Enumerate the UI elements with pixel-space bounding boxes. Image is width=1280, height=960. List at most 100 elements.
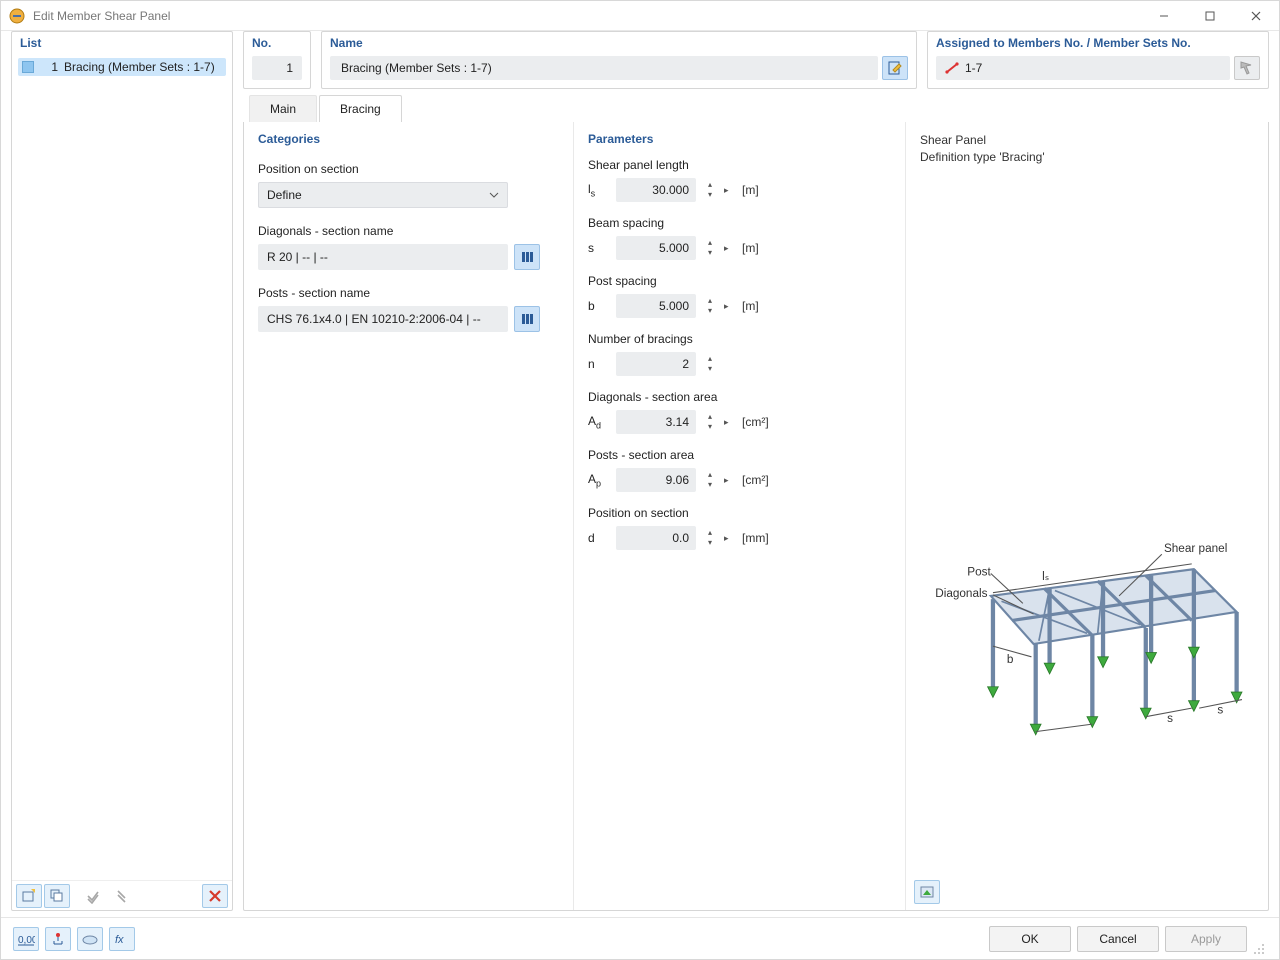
- diagonals-section-input[interactable]: R 20 | -- | --: [258, 244, 508, 270]
- list-item-icon: [22, 61, 34, 73]
- pick-members-button[interactable]: [1234, 56, 1260, 80]
- param-ls-flyout[interactable]: ▸: [724, 185, 734, 196]
- resize-grip-icon[interactable]: [1253, 943, 1267, 957]
- delete-item-button[interactable]: [202, 884, 228, 908]
- list-body: 1 Bracing (Member Sets : 1-7): [12, 56, 232, 880]
- no-input[interactable]: 1: [252, 56, 302, 80]
- list-item[interactable]: 1 Bracing (Member Sets : 1-7): [18, 58, 226, 76]
- param-s-symbol: s: [588, 241, 608, 255]
- copy-item-button[interactable]: [44, 884, 70, 908]
- minimize-button[interactable]: [1141, 1, 1187, 31]
- parameters-column: Parameters Shear panel length ls 30.000 …: [574, 122, 906, 910]
- apply-button[interactable]: Apply: [1165, 926, 1247, 952]
- param-ls-symbol: ls: [588, 182, 608, 198]
- illus-ls-label: lₛ: [1042, 570, 1049, 583]
- param-ls-spinner[interactable]: ▴▾: [704, 178, 716, 202]
- name-panel: Name Bracing (Member Sets : 1-7): [321, 31, 917, 89]
- footer-fx-button[interactable]: fx: [109, 927, 135, 951]
- illus-diagonals-label: Diagonals: [935, 587, 987, 600]
- param-d-spinner[interactable]: ▴▾: [704, 526, 716, 550]
- param-d-input[interactable]: 0.0: [616, 526, 696, 550]
- diagonals-section-value: R 20 | -- | --: [267, 250, 328, 264]
- param-ap-unit: [cm²]: [742, 473, 769, 487]
- check-all-button[interactable]: [80, 884, 106, 908]
- member-icon: [945, 62, 959, 74]
- list-item-index: 1: [40, 60, 58, 74]
- parameters-title: Parameters: [588, 132, 891, 146]
- param-ad-unit: [cm²]: [742, 415, 769, 429]
- svg-text:0,00: 0,00: [18, 935, 35, 946]
- param-s-flyout[interactable]: ▸: [724, 243, 734, 254]
- footer: 0,00 fx OK Cancel Apply: [1, 917, 1279, 959]
- param-n-spinner[interactable]: ▴▾: [704, 352, 716, 376]
- maximize-button[interactable]: [1187, 1, 1233, 31]
- param-ad-spinner[interactable]: ▴▾: [704, 410, 716, 434]
- param-ap-input[interactable]: 9.06: [616, 468, 696, 492]
- name-input[interactable]: Bracing (Member Sets : 1-7): [330, 56, 878, 80]
- illus-s-label-1: s: [1217, 703, 1223, 716]
- param-n-input[interactable]: 2: [616, 352, 696, 376]
- assigned-header: Assigned to Members No. / Member Sets No…: [928, 32, 1268, 56]
- info-line1: Shear Panel: [920, 132, 1254, 149]
- param-s-label: Beam spacing: [588, 216, 891, 230]
- position-value: Define: [267, 188, 302, 202]
- param-b-unit: [m]: [742, 299, 759, 313]
- param-ad-symbol: Ad: [588, 414, 608, 430]
- param-ap-label: Posts - section area: [588, 448, 891, 462]
- param-ap-spinner[interactable]: ▴▾: [704, 468, 716, 492]
- app-icon: [9, 8, 25, 24]
- posts-section-input[interactable]: CHS 76.1x4.0 | EN 10210-2:2006-04 | --: [258, 306, 508, 332]
- list-panel: List 1 Bracing (Member Sets : 1-7): [11, 31, 233, 911]
- param-ad-flyout[interactable]: ▸: [724, 417, 734, 428]
- param-b-flyout[interactable]: ▸: [724, 301, 734, 312]
- info-image-button[interactable]: [914, 880, 940, 904]
- param-b-input[interactable]: 5.000: [616, 294, 696, 318]
- tab-main[interactable]: Main: [249, 95, 317, 122]
- illus-post-label: Post: [967, 566, 991, 579]
- new-item-button[interactable]: [16, 884, 42, 908]
- param-d-flyout[interactable]: ▸: [724, 533, 734, 544]
- footer-units-button[interactable]: 0,00: [13, 927, 39, 951]
- uncheck-all-button[interactable]: [108, 884, 134, 908]
- posts-library-button[interactable]: [514, 306, 540, 332]
- window-title: Edit Member Shear Panel: [33, 9, 170, 23]
- info-column: Shear Panel Definition type 'Bracing': [906, 122, 1268, 910]
- param-n-label: Number of bracings: [588, 332, 891, 346]
- footer-tree-button[interactable]: [45, 927, 71, 951]
- param-n-symbol: n: [588, 357, 608, 371]
- param-s-input[interactable]: 5.000: [616, 236, 696, 260]
- param-d-unit: [mm]: [742, 531, 769, 545]
- param-b-spinner[interactable]: ▴▾: [704, 294, 716, 318]
- info-toolbar: [914, 880, 940, 904]
- param-ad-input[interactable]: 3.14: [616, 410, 696, 434]
- footer-cloud-button[interactable]: [77, 927, 103, 951]
- list-header: List: [12, 32, 232, 56]
- name-value: Bracing (Member Sets : 1-7): [341, 61, 492, 75]
- position-select[interactable]: Define: [258, 182, 508, 208]
- diagonals-library-button[interactable]: [514, 244, 540, 270]
- param-ap-flyout[interactable]: ▸: [724, 475, 734, 486]
- list-toolbar: [12, 880, 232, 910]
- param-b-symbol: b: [588, 299, 608, 313]
- svg-text:fx: fx: [115, 934, 124, 946]
- param-s-spinner[interactable]: ▴▾: [704, 236, 716, 260]
- right-area: No. 1 Name Bracing (Member Sets : 1-7) A…: [243, 31, 1269, 911]
- cancel-button[interactable]: Cancel: [1077, 926, 1159, 952]
- no-panel: No. 1: [243, 31, 311, 89]
- illus-shear-panel-label: Shear panel: [1164, 542, 1227, 555]
- param-s-unit: [m]: [742, 241, 759, 255]
- posts-section-value: CHS 76.1x4.0 | EN 10210-2:2006-04 | --: [267, 312, 481, 326]
- diag-label: Diagonals - section name: [258, 224, 559, 238]
- post-label: Posts - section name: [258, 286, 559, 300]
- close-button[interactable]: [1233, 1, 1279, 31]
- tab-bracing[interactable]: Bracing: [319, 95, 402, 122]
- param-ls-input[interactable]: 30.000: [616, 178, 696, 202]
- tab-bar: Main Bracing: [243, 95, 1269, 122]
- assigned-input[interactable]: 1-7: [936, 56, 1230, 80]
- edit-name-button[interactable]: [882, 56, 908, 80]
- main-panel: Main Bracing Categories Position on sect…: [243, 95, 1269, 911]
- ok-button[interactable]: OK: [989, 926, 1071, 952]
- chevron-down-icon: [489, 192, 499, 198]
- name-header: Name: [322, 32, 916, 56]
- illus-s-label-2: s: [1167, 712, 1173, 725]
